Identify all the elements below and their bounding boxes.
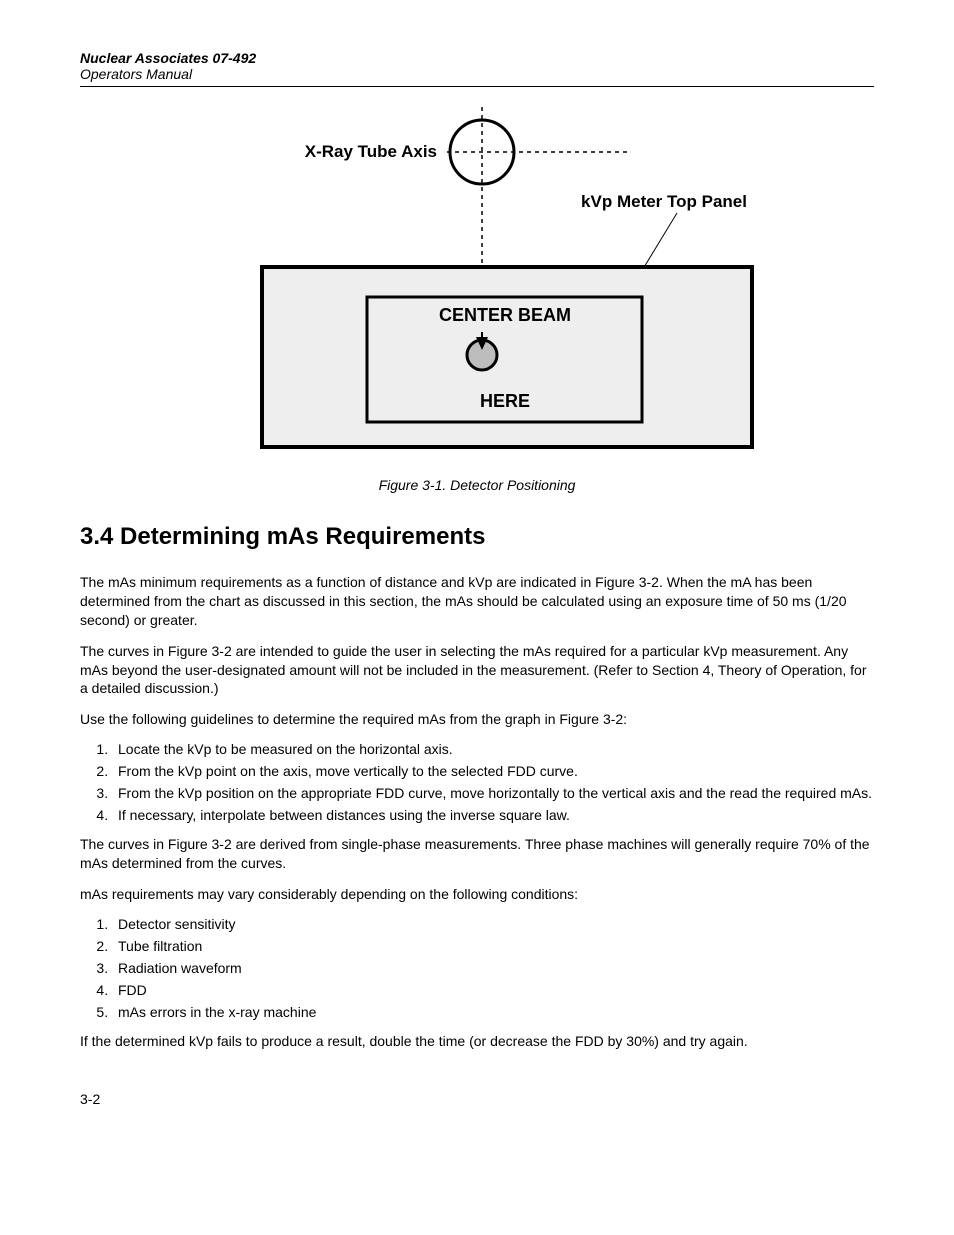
paragraph: mAs requirements may vary considerably d…	[80, 885, 874, 904]
figure-diagram: X-Ray Tube Axis kVp Meter Top Panel CENT…	[197, 107, 757, 457]
list-item: FDD	[112, 982, 874, 998]
section-heading: 3.4 Determining mAs Requirements	[80, 523, 874, 551]
paragraph: If the determined kVp fails to produce a…	[80, 1032, 874, 1051]
list-item: From the kVp position on the appropriate…	[112, 785, 874, 801]
paragraph: Use the following guidelines to determin…	[80, 710, 874, 729]
guidelines-list: Locate the kVp to be measured on the hor…	[112, 741, 874, 823]
paragraph: The mAs minimum requirements as a functi…	[80, 573, 874, 630]
conditions-list: Detector sensitivity Tube filtration Rad…	[112, 916, 874, 1020]
list-item: Radiation waveform	[112, 960, 874, 976]
paragraph: The curves in Figure 3-2 are intended to…	[80, 642, 874, 699]
header-subtitle: Operators Manual	[80, 66, 874, 82]
figure-caption: Figure 3-1. Detector Positioning	[80, 477, 874, 493]
kvp-panel-label: kVp Meter Top Panel	[581, 192, 747, 211]
document-page: Nuclear Associates 07-492 Operators Manu…	[0, 0, 954, 1147]
list-item: mAs errors in the x-ray machine	[112, 1004, 874, 1020]
list-item: Tube filtration	[112, 938, 874, 954]
detector-positioning-diagram: X-Ray Tube Axis kVp Meter Top Panel CENT…	[197, 107, 757, 457]
list-item: Locate the kVp to be measured on the hor…	[112, 741, 874, 757]
paragraph: The curves in Figure 3-2 are derived fro…	[80, 835, 874, 873]
xray-axis-label: X-Ray Tube Axis	[305, 142, 437, 161]
center-beam-label: CENTER BEAM	[439, 305, 571, 325]
page-number: 3-2	[80, 1091, 874, 1107]
list-item: If necessary, interpolate between distan…	[112, 807, 874, 823]
here-label: HERE	[480, 391, 530, 411]
list-item: From the kVp point on the axis, move ver…	[112, 763, 874, 779]
header-rule	[80, 86, 874, 87]
header-title: Nuclear Associates 07-492	[80, 50, 874, 66]
list-item: Detector sensitivity	[112, 916, 874, 932]
